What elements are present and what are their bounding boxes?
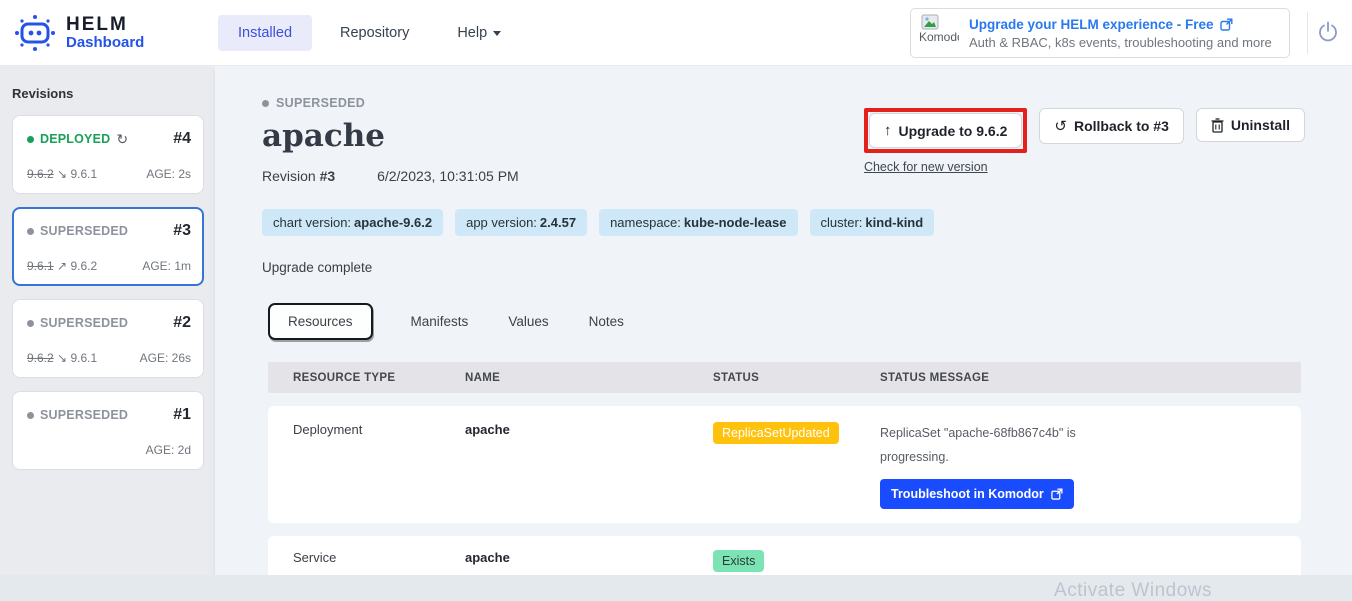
revision-versions: 9.6.2 ↘ 9.6.1	[27, 167, 97, 181]
uninstall-button[interactable]: Uninstall	[1196, 108, 1305, 142]
status-dot	[262, 100, 269, 107]
nav-menu-help-label: Help	[457, 25, 487, 41]
revision-age: AGE: 2s	[146, 167, 191, 181]
col-header-status-message: STATUS MESSAGE	[880, 372, 1301, 384]
chevron-down-icon	[493, 31, 501, 36]
tab-values[interactable]: Values	[506, 305, 550, 338]
revision-number: #3	[320, 168, 336, 184]
revision-number: #4	[173, 130, 191, 148]
release-actions: ↑ Upgrade to 9.6.2 Check for new version…	[864, 108, 1305, 174]
komodor-promo-banner[interactable]: Komodor Upgrade your HELM experience - F…	[910, 8, 1290, 58]
status-message-cell: ReplicaSet "apache-68fb867c4b" is progre…	[880, 420, 1301, 509]
col-header-status: STATUS	[713, 372, 880, 384]
tab-manifests[interactable]: Manifests	[409, 305, 471, 338]
resource-status-cell: Exists	[713, 547, 880, 572]
version-arrow-icon: ↘	[57, 167, 67, 181]
refresh-icon: ↻	[116, 131, 128, 148]
release-detail-panel: SUPERSEDED apache Revision #3 6/2/2023, …	[215, 66, 1352, 575]
helm-logo-icon	[14, 13, 56, 53]
external-link-icon	[1220, 18, 1233, 31]
status-dot	[27, 228, 34, 235]
cluster-badge: cluster:kind-kind	[810, 209, 935, 236]
revision-status: DEPLOYED ↻	[27, 131, 128, 148]
revision-age: AGE: 1m	[142, 259, 191, 273]
nav-tab-installed-label: Installed	[238, 25, 292, 41]
revision-date: 6/2/2023, 10:31:05 PM	[377, 168, 519, 184]
rollback-icon: ↺	[1054, 117, 1067, 135]
revision-number: #1	[173, 406, 191, 424]
version-arrow-icon: ↗	[57, 259, 67, 273]
resource-status-cell: ReplicaSetUpdated	[713, 420, 880, 509]
topbar-divider	[1307, 12, 1308, 54]
version-arrow-icon: ↘	[57, 351, 67, 365]
revision-versions: 9.6.2 ↘ 9.6.1	[27, 351, 97, 365]
bottom-strip: Activate Windows	[0, 575, 1352, 601]
trash-icon	[1211, 118, 1224, 133]
status-message-text: ReplicaSet "apache-68fb867c4b" is progre…	[880, 422, 1085, 470]
revision-number: #2	[173, 314, 191, 332]
status-message-cell	[880, 547, 1301, 572]
resource-name-cell: apache	[465, 420, 713, 509]
nav-tab-repository[interactable]: Repository	[320, 15, 429, 51]
revision-number: #3	[173, 222, 191, 240]
revision-status: SUPERSEDED	[27, 316, 128, 330]
troubleshoot-button[interactable]: Troubleshoot in Komodor	[880, 479, 1074, 509]
status-badge: Exists	[713, 550, 764, 572]
revisions-title: Revisions	[12, 86, 207, 101]
upgrade-button[interactable]: ↑ Upgrade to 9.6.2	[869, 113, 1022, 148]
resource-type-cell: Deployment	[293, 420, 465, 509]
logo-subtitle: Dashboard	[66, 35, 144, 51]
chart-version-badge: chart version:apache-9.6.2	[262, 209, 443, 236]
col-header-name: NAME	[465, 372, 713, 384]
namespace-badge: namespace:kube-node-lease	[599, 209, 797, 236]
revision-card-1[interactable]: SUPERSEDED #1 AGE: 2d	[12, 391, 204, 470]
nav-menu-help[interactable]: Help	[437, 15, 521, 51]
check-new-version-link[interactable]: Check for new version	[864, 160, 1027, 174]
table-row-deployment: Deployment apache ReplicaSetUpdated Repl…	[268, 406, 1301, 523]
banner-title[interactable]: Upgrade your HELM experience - Free	[969, 17, 1214, 32]
red-highlight-annotation: ↑ Upgrade to 9.6.2	[864, 108, 1027, 153]
revision-age: AGE: 26s	[140, 351, 191, 365]
table-header-row: RESOURCE TYPE NAME STATUS STATUS MESSAGE	[268, 362, 1301, 393]
resources-table: RESOURCE TYPE NAME STATUS STATUS MESSAGE…	[268, 362, 1301, 583]
main-nav: Installed Repository Help	[218, 15, 521, 51]
revision-card-4[interactable]: DEPLOYED ↻ #4 9.6.2 ↘ 9.6.1 AGE: 2s	[12, 115, 204, 194]
release-description: Upgrade complete	[262, 260, 1305, 275]
revision-status: SUPERSEDED	[27, 224, 128, 238]
top-bar: HELM Dashboard Installed Repository Help…	[0, 0, 1352, 66]
revisions-sidebar: Revisions DEPLOYED ↻ #4 9.6.2 ↘ 9.6.1 AG…	[0, 66, 215, 575]
status-dot	[27, 320, 34, 327]
resource-type-cell: Service	[293, 547, 465, 572]
status-dot	[27, 412, 34, 419]
status-dot	[27, 136, 34, 143]
tab-notes[interactable]: Notes	[587, 305, 626, 338]
col-header-resource-type: RESOURCE TYPE	[293, 372, 465, 384]
logo-title: HELM	[66, 15, 144, 35]
banner-image-alt-text: Komodor	[919, 30, 959, 44]
revision-versions: 9.6.1 ↗ 9.6.2	[27, 259, 97, 273]
revision-status: SUPERSEDED	[27, 408, 128, 422]
arrow-up-icon: ↑	[884, 122, 892, 139]
revision-card-3[interactable]: SUPERSEDED #3 9.6.1 ↗ 9.6.2 AGE: 1m	[12, 207, 204, 286]
revision-card-2[interactable]: SUPERSEDED #2 9.6.2 ↘ 9.6.1 AGE: 26s	[12, 299, 204, 378]
resource-name-cell: apache	[465, 547, 713, 572]
rollback-button[interactable]: ↺ Rollback to #3	[1039, 108, 1184, 144]
detail-tabs: Resources Manifests Values Notes	[268, 303, 1305, 340]
helm-logo[interactable]: HELM Dashboard	[0, 13, 200, 53]
nav-tab-installed[interactable]: Installed	[218, 15, 312, 51]
app-version-badge: app version:2.4.57	[455, 209, 587, 236]
release-metadata-badges: chart version:apache-9.6.2 app version:2…	[262, 209, 1305, 236]
revision-age: AGE: 2d	[146, 443, 191, 457]
broken-image-icon: Komodor	[919, 12, 959, 54]
nav-tab-repository-label: Repository	[340, 25, 409, 41]
activate-windows-watermark: Activate Windows	[1054, 580, 1212, 601]
external-link-icon	[1051, 488, 1063, 500]
power-button[interactable]	[1316, 20, 1342, 46]
tab-resources[interactable]: Resources	[268, 303, 373, 340]
status-badge: ReplicaSetUpdated	[713, 422, 839, 444]
banner-subtitle: Auth & RBAC, k8s events, troubleshooting…	[969, 35, 1272, 50]
